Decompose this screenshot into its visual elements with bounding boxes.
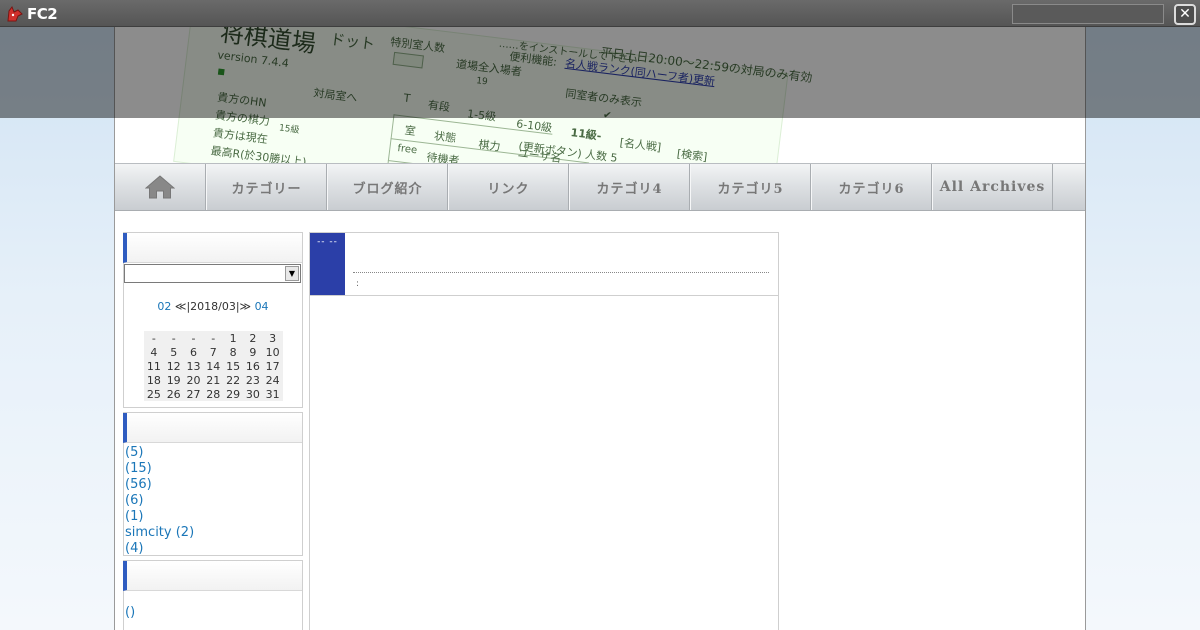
calendar-day: 27	[186, 387, 201, 401]
calendar-day: 21	[206, 373, 221, 387]
calendar-day: 10	[265, 345, 280, 359]
category-link[interactable]: (15)	[124, 461, 302, 477]
link-widget: ()	[123, 560, 303, 630]
calendar-day: 22	[226, 373, 241, 387]
calendar-day: -	[211, 331, 216, 345]
calendar-week: 4 5 6 7 8 9 10	[144, 345, 283, 359]
nav-item-4[interactable]: カテゴリ5	[690, 164, 811, 210]
calendar-day: 26	[166, 387, 181, 401]
calendar-widget: ▼ 02 ≪|2018/03|≫ 04 - - - - 1 2 3 4 5 6 …	[123, 232, 303, 408]
calendar-day: 12	[166, 359, 181, 373]
nav-item-3[interactable]: カテゴリ4	[569, 164, 690, 210]
calendar-day: -	[151, 331, 156, 345]
nav-item-0[interactable]: カテゴリー	[206, 164, 327, 210]
header-overlay	[0, 26, 1200, 118]
calendar-day: 11	[146, 359, 161, 373]
calendar-day: 8	[229, 345, 237, 359]
calendar-prev-arrow: ≪	[174, 300, 187, 313]
table-cell-room: free	[396, 143, 418, 157]
nav-bar: カテゴリー ブログ紹介 リンク カテゴリ4 カテゴリ5 カテゴリ6 All Ar…	[115, 163, 1085, 211]
nav-home[interactable]	[115, 164, 206, 210]
calendar-day: 14	[206, 359, 221, 373]
calendar-prev-month[interactable]: 02	[157, 300, 171, 313]
fc2-header-bar: FC2 ✕	[0, 0, 1200, 27]
calendar-day: 20	[186, 373, 201, 387]
category-link[interactable]: (56)	[124, 477, 302, 493]
calendar-day: 18	[146, 373, 161, 387]
fc2-search-input[interactable]	[1012, 4, 1164, 24]
calendar-week: 11 12 13 14 15 16 17	[144, 359, 283, 373]
entry-divider	[353, 272, 769, 273]
calendar-day: -	[171, 331, 176, 345]
table-cell-status: 待機者	[425, 150, 461, 163]
category-link[interactable]: simcity (2)	[124, 525, 302, 541]
calendar-day: 23	[245, 373, 260, 387]
entry-date-block: -- --	[310, 233, 345, 295]
calendar-day: 29	[226, 387, 241, 401]
calendar-next-arrow: ≫	[239, 300, 252, 313]
category-link[interactable]: (5)	[124, 445, 302, 461]
category-link[interactable]: (1)	[124, 509, 302, 525]
calendar-day: 24	[265, 373, 280, 387]
widget-header	[123, 413, 302, 443]
link-item[interactable]: ()	[124, 605, 302, 621]
calendar-current-month: |2018/03|	[186, 300, 240, 313]
calendar-day: 6	[189, 345, 197, 359]
calendar-week: - - - - 1 2 3	[144, 331, 283, 345]
calendar-day: 3	[269, 331, 277, 345]
rating-value: 15級	[278, 123, 300, 136]
calendar-day: 13	[186, 359, 201, 373]
calendar-week: 18 19 20 21 22 23 24	[144, 373, 283, 387]
calendar-week: 25 26 27 28 29 30 31	[144, 387, 283, 401]
table-header-1: 状態	[433, 129, 457, 146]
calendar-day: 19	[166, 373, 181, 387]
fc2-logo[interactable]: FC2	[6, 4, 58, 24]
fc2-fox-icon	[7, 5, 23, 22]
calendar-day: 17	[265, 359, 280, 373]
home-icon	[145, 175, 175, 199]
calendar-day: 16	[245, 359, 260, 373]
calendar-day: 30	[245, 387, 260, 401]
calendar-day: 28	[206, 387, 221, 401]
fc2-logo-text: FC2	[27, 5, 58, 23]
calendar-day: 25	[146, 387, 161, 401]
nav-item-1[interactable]: ブログ紹介	[327, 164, 448, 210]
nav-item-5[interactable]: カテゴリ6	[811, 164, 932, 210]
blog-entry: -- -- :	[309, 232, 779, 630]
calendar-day: 4	[150, 345, 158, 359]
table-header-0: 室	[403, 123, 417, 139]
entry-date: -- --	[317, 237, 338, 247]
calendar-day: 15	[226, 359, 241, 373]
calendar-day: -	[191, 331, 196, 345]
archive-select[interactable]: ▼	[124, 264, 301, 283]
entry-meta: :	[356, 279, 360, 289]
filter-4[interactable]: 11級-	[570, 124, 603, 144]
widget-header	[123, 561, 302, 591]
calendar-nav: 02 ≪|2018/03|≫ 04	[124, 300, 302, 313]
calendar-day: 5	[170, 345, 178, 359]
nav-item-all-archives[interactable]: All Archives	[932, 164, 1053, 210]
category-link[interactable]: (6)	[124, 493, 302, 509]
search-link[interactable]: [検索]	[676, 145, 708, 163]
calendar-day: 2	[249, 331, 257, 345]
calendar-day: 1	[229, 331, 237, 345]
calendar-day: 9	[249, 345, 257, 359]
meijin-link[interactable]: [名人戦]	[619, 134, 662, 155]
calendar-day: 7	[209, 345, 217, 359]
category-link[interactable]: (4)	[124, 541, 302, 557]
widget-header	[123, 233, 302, 263]
calendar-next-month[interactable]: 04	[255, 300, 269, 313]
entry-header-border	[310, 295, 778, 296]
link-list: ()	[124, 591, 302, 625]
table-header-2: 棋力	[477, 137, 502, 154]
category-list: (5) (15) (56) (6) (1) simcity (2) (4)	[124, 443, 302, 561]
calendar-grid: - - - - 1 2 3 4 5 6 7 8 9 10 11 12 13 14…	[144, 331, 283, 401]
nav-item-2[interactable]: リンク	[448, 164, 569, 210]
calendar-day: 31	[265, 387, 280, 401]
close-icon[interactable]: ✕	[1174, 4, 1196, 25]
dropdown-arrow-icon[interactable]: ▼	[285, 266, 299, 281]
category-widget: (5) (15) (56) (6) (1) simcity (2) (4)	[123, 412, 303, 556]
